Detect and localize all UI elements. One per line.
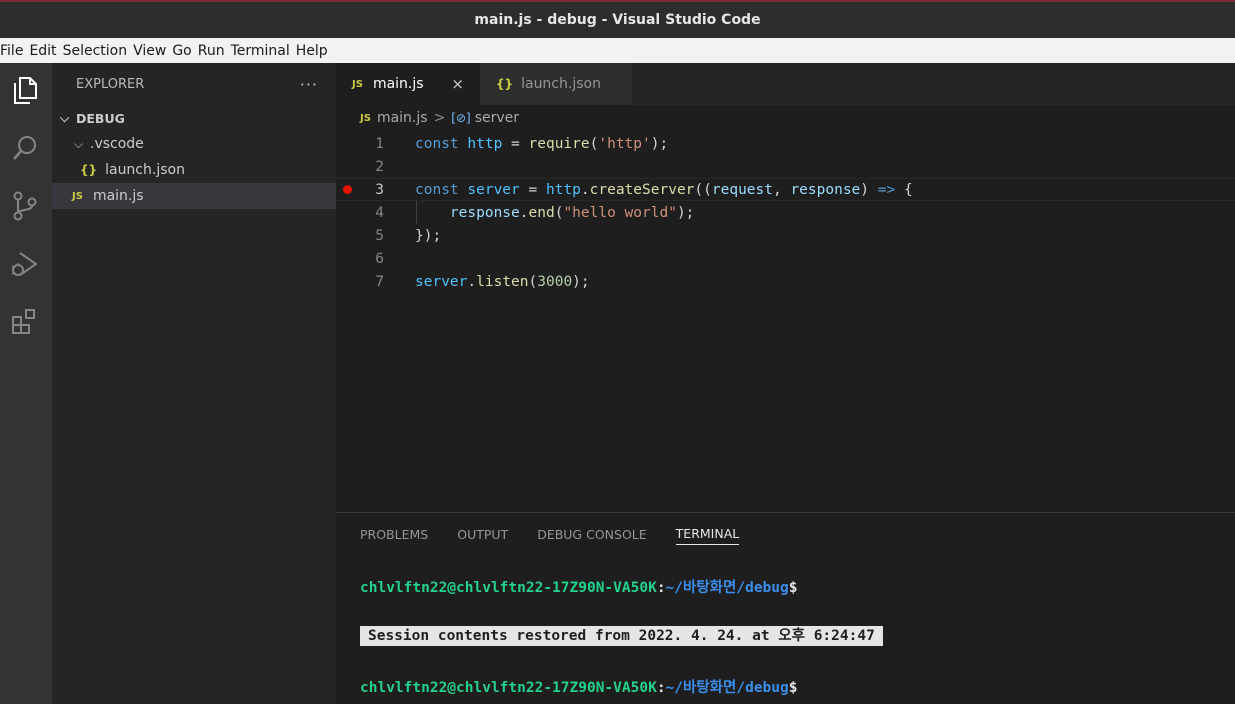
terminal-prompt-line[interactable]: chlvlftn22@chlvlftn22-17Z90N-VA50K:~/바탕화… <box>360 676 797 697</box>
terminal-user: chlvlftn22@chlvlftn22-17Z90N-VA50K <box>360 580 657 596</box>
line-number: 4 <box>375 204 384 221</box>
tab-output[interactable]: OUTPUT <box>457 523 508 545</box>
line-number: 2 <box>375 158 384 175</box>
menu-help[interactable]: Help <box>296 43 334 59</box>
menu-edit[interactable]: Edit <box>29 43 62 59</box>
tab-label: main.js <box>372 76 424 92</box>
session-restored-message: Session contents restored from 2022. 4. … <box>360 626 883 646</box>
indent-guide <box>416 201 417 224</box>
tab-problems[interactable]: PROBLEMS <box>360 523 428 545</box>
code-line: 4 response.end("hello world"); <box>336 201 1235 224</box>
tree-item-launch-json[interactable]: {} launch.json <box>52 157 336 183</box>
terminal-sep: : <box>656 580 666 596</box>
menu-view[interactable]: View <box>133 43 172 59</box>
editor-tab-bar: JS main.js × {} launch.json <box>336 63 1235 105</box>
js-file-icon: JS <box>360 112 371 124</box>
menu-selection[interactable]: Selection <box>63 43 134 59</box>
code-line: 7 server.listen(3000); <box>336 270 1235 293</box>
code-line: 5 }); <box>336 224 1235 247</box>
tree-item-main-js[interactable]: JS main.js <box>52 183 336 209</box>
breadcrumb: JS main.js > [⊘] server <box>336 105 1235 131</box>
code-line: 1 const http = require('http'); <box>336 132 1235 155</box>
tree-item-label: DEBUG <box>76 110 125 126</box>
code-line: 2 <box>336 155 1235 178</box>
activity-bar <box>0 63 52 704</box>
run-debug-icon[interactable] <box>8 247 42 281</box>
code-text: const http = require('http'); <box>415 135 669 152</box>
extensions-icon[interactable] <box>8 305 42 339</box>
breadcrumb-separator: > <box>433 110 446 126</box>
menu-go[interactable]: Go <box>172 43 197 59</box>
chevron-down-icon: ⌵ <box>60 110 70 125</box>
tab-terminal[interactable]: TERMINAL <box>675 523 740 545</box>
explorer-title: EXPLORER <box>76 76 145 92</box>
terminal-prompt-char: $ <box>788 580 798 596</box>
bottom-panel: PROBLEMS OUTPUT DEBUG CONSOLE TERMINAL c… <box>336 512 1235 704</box>
tab-label: launch.json <box>521 76 601 92</box>
source-control-icon[interactable] <box>8 189 42 223</box>
json-file-icon: {} <box>80 163 98 177</box>
breadcrumb-symbol[interactable]: server <box>475 110 519 126</box>
line-number: 6 <box>375 250 384 267</box>
tree-item-vscode-folder[interactable]: ⌵ .vscode <box>52 131 336 157</box>
line-number: 5 <box>375 227 384 244</box>
tree-item-label: main.js <box>92 188 144 204</box>
more-actions-button[interactable]: ··· <box>300 75 318 94</box>
breadcrumb-file[interactable]: main.js <box>377 110 428 126</box>
tree-item-label: launch.json <box>105 162 185 178</box>
terminal-prompt-line[interactable]: chlvlftn22@chlvlftn22-17Z90N-VA50K:~/바탕화… <box>360 576 797 597</box>
json-file-icon: {} <box>496 77 514 91</box>
close-icon[interactable]: × <box>451 75 464 93</box>
menu-run[interactable]: Run <box>198 43 231 59</box>
code-line: 6 <box>336 247 1235 270</box>
code-text: response.end("hello world"); <box>449 204 695 221</box>
terminal-path: ~/바탕화면/debug <box>665 580 789 596</box>
code-text: server.listen(3000); <box>415 273 590 290</box>
window-title: main.js - debug - Visual Studio Code <box>474 12 761 28</box>
code-text: }); <box>415 227 442 244</box>
panel-tab-bar: PROBLEMS OUTPUT DEBUG CONSOLE TERMINAL <box>336 513 1235 555</box>
code-editor[interactable]: 1 const http = require('http'); 2 3 cons… <box>336 131 1235 511</box>
js-file-icon: JS <box>352 78 363 90</box>
tree-item-label: .vscode <box>90 136 144 152</box>
chevron-down-icon: ⌵ <box>74 136 84 151</box>
code-line-current: 3 const server = http.createServer((requ… <box>336 178 1235 201</box>
menu-terminal[interactable]: Terminal <box>231 43 296 59</box>
terminal-prompt-char: $ <box>788 680 798 696</box>
breakpoint-icon[interactable] <box>343 185 352 194</box>
js-file-icon: JS <box>72 190 83 202</box>
tab-main-js[interactable]: JS main.js × <box>336 63 480 105</box>
tree-item-debug-folder[interactable]: ⌵ DEBUG <box>52 105 336 131</box>
menu-file[interactable]: File <box>0 43 29 59</box>
explorer-header: EXPLORER ··· <box>52 63 336 105</box>
menu-bar: File Edit Selection View Go Run Terminal… <box>0 38 1235 63</box>
explorer-icon[interactable] <box>8 73 42 107</box>
window-title-bar: main.js - debug - Visual Studio Code <box>0 0 1235 38</box>
line-number: 7 <box>375 273 384 290</box>
terminal-sep: : <box>656 680 666 696</box>
search-icon[interactable] <box>8 131 42 165</box>
variable-symbol-icon: [⊘] <box>451 111 471 125</box>
terminal-user: chlvlftn22@chlvlftn22-17Z90N-VA50K <box>360 680 657 696</box>
line-number: 1 <box>375 135 384 152</box>
terminal-path: ~/바탕화면/debug <box>665 680 789 696</box>
tab-debug-console[interactable]: DEBUG CONSOLE <box>537 523 646 545</box>
tab-launch-json[interactable]: {} launch.json <box>480 63 632 105</box>
explorer-sidebar: EXPLORER ··· ⌵ DEBUG ⌵ .vscode {} launch… <box>52 63 336 704</box>
code-text: const server = http.createServer((reques… <box>415 181 913 198</box>
terminal-session-line: Session contents restored from 2022. 4. … <box>360 624 883 646</box>
